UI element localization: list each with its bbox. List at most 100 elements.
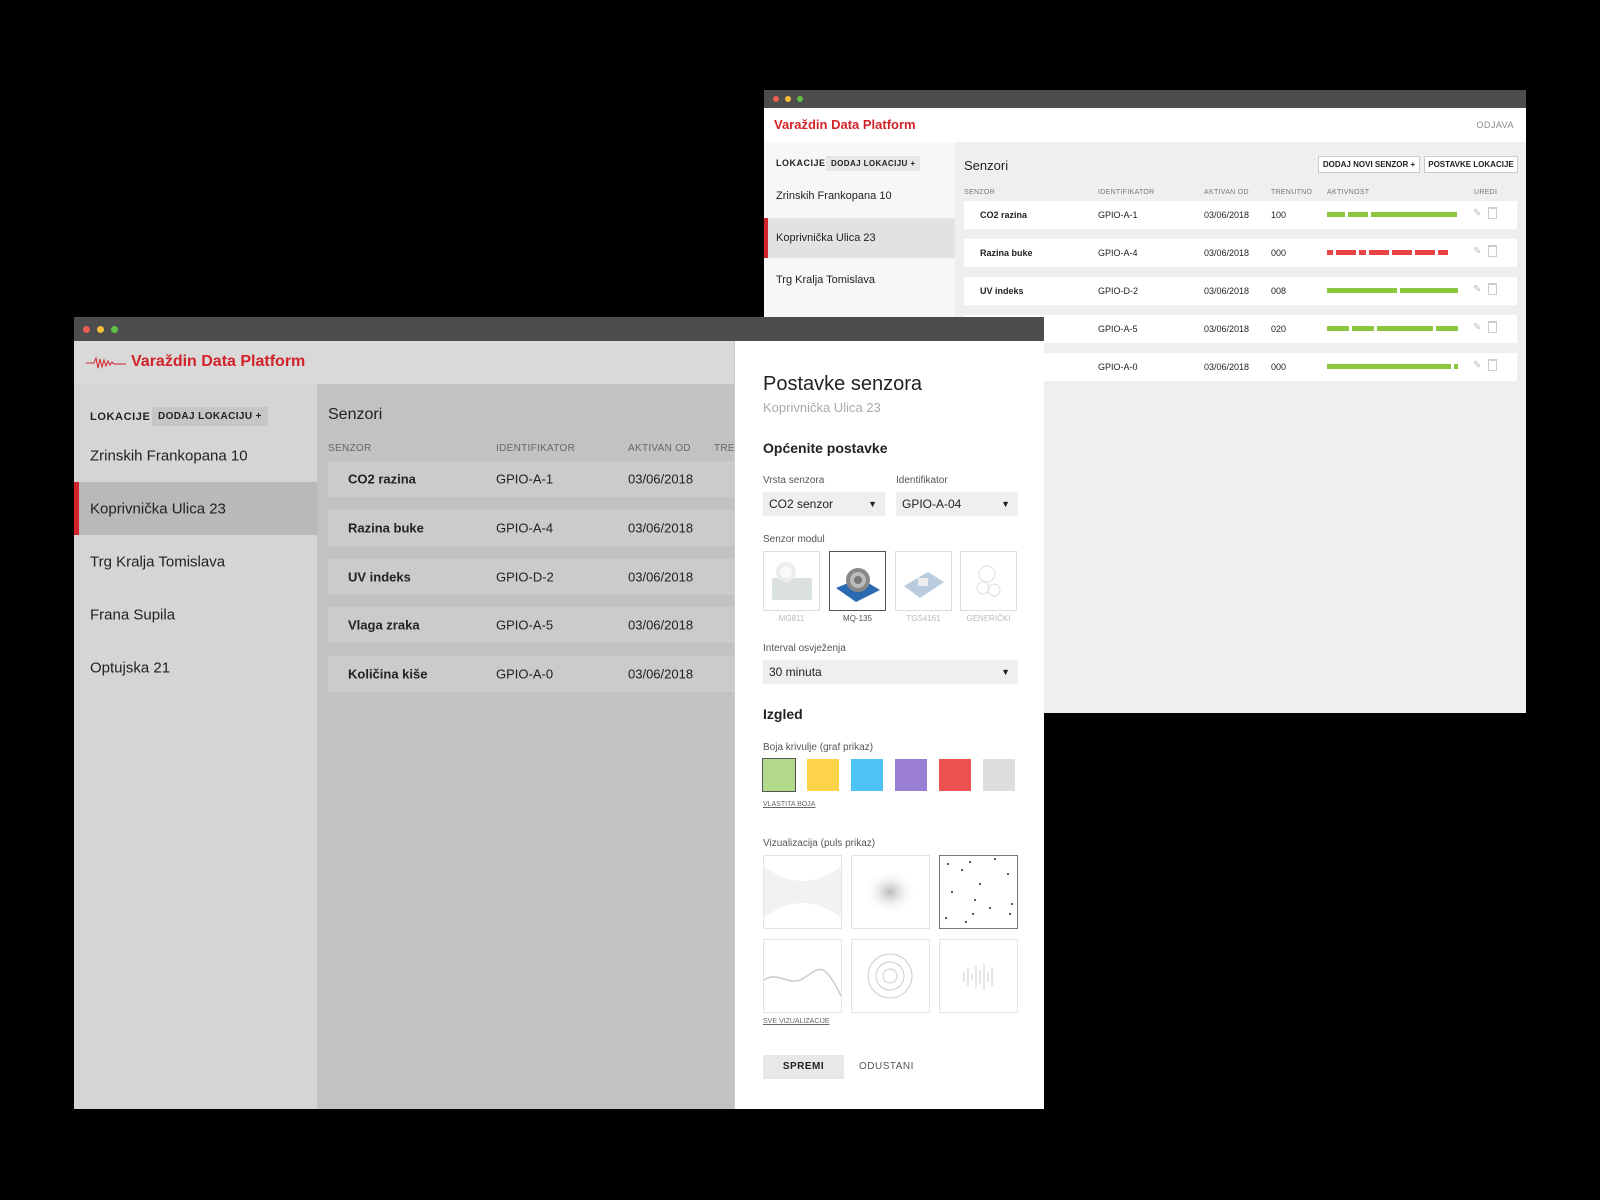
table-row[interactable]: GPIO-A-0 03/06/2018 000 ✎ (964, 353, 1517, 381)
activity-segment (1336, 250, 1356, 255)
sensor-current-value: 020 (1271, 324, 1287, 334)
back-topbar: Varaždin Data Platform ODJAVA (764, 108, 1526, 142)
edit-icon[interactable]: ✎ (1473, 246, 1481, 257)
logo-pulse-icon (86, 356, 126, 369)
close-dot[interactable] (83, 326, 90, 333)
trash-icon[interactable] (1488, 207, 1497, 219)
module-option-tgs4161[interactable] (895, 551, 952, 611)
col-identifier: IDENTIFIKATOR (496, 443, 576, 454)
sensor-type-select[interactable]: CO2 senzor ▼ (763, 492, 885, 516)
sidebar-item-koprivnicka[interactable]: Koprivnička Ulica 23 (764, 218, 955, 258)
viz-option-wave-band[interactable] (763, 855, 842, 929)
add-location-button[interactable]: DODAJ LOKACIJU + (152, 407, 268, 426)
sidebar-item-trg[interactable]: Trg Kralja Tomislava (74, 535, 317, 588)
col-current: TRE (714, 443, 735, 454)
cancel-button[interactable]: ODUSTANI (859, 1055, 914, 1079)
front-sidebar: LOKACIJE DODAJ LOKACIJU + Zrinskih Frank… (74, 384, 317, 1109)
save-button[interactable]: SPREMI (763, 1055, 844, 1079)
sensor-active-since: 03/06/2018 (1204, 362, 1250, 372)
brand-title[interactable]: Varaždin Data Platform (131, 353, 305, 371)
location-settings-button[interactable]: POSTAVKE LOKACIJE (1424, 156, 1518, 173)
activity-bar (1327, 212, 1459, 217)
brand-title[interactable]: Varaždin Data Platform (774, 117, 916, 132)
sensor-settings-panel: Postavke senzora Koprivnička Ulica 23 Op… (735, 341, 1044, 1109)
table-row[interactable]: CO2 razina GPIO-A-1 03/06/2018 100 ✎ (964, 201, 1517, 229)
chevron-down-icon: ▼ (868, 499, 877, 509)
chevron-down-icon: ▼ (1001, 499, 1010, 509)
table-row[interactable]: Razina buke GPIO-A-4 03/06/2018 000 ✎ (964, 239, 1517, 267)
visualization-label: Vizualizacija (puls prikaz) (763, 838, 876, 849)
edit-icon[interactable]: ✎ (1473, 284, 1481, 295)
panel-title: Postavke senzora (763, 373, 922, 395)
sensor-type-value: CO2 senzor (769, 497, 834, 511)
sidebar-item-label: Optujska 21 (90, 659, 171, 676)
sidebar-item-zrinskih[interactable]: Zrinskih Frankopana 10 (764, 176, 955, 216)
module-option-mg811[interactable] (763, 551, 820, 611)
sensor-active-since: 03/06/2018 (628, 569, 694, 585)
module-option-mq135[interactable] (829, 551, 886, 611)
sidebar-item-koprivnicka[interactable]: Koprivnička Ulica 23 (74, 482, 317, 535)
table-row[interactable]: Vlaga zraka GPIO-A-5 03/06/2018 (328, 607, 734, 643)
viz-option-bars[interactable] (939, 939, 1018, 1013)
color-swatch[interactable] (851, 759, 883, 791)
edit-icon[interactable]: ✎ (1473, 360, 1481, 371)
sensor-current-value: 008 (1271, 286, 1287, 296)
table-row[interactable]: GPIO-A-5 03/06/2018 020 ✎ (964, 315, 1517, 343)
viz-option-particles[interactable] (939, 855, 1018, 929)
maximize-dot[interactable] (111, 326, 118, 333)
minimize-dot[interactable] (785, 96, 791, 102)
viz-option-rings[interactable] (851, 939, 930, 1013)
close-dot[interactable] (773, 96, 779, 102)
chevron-down-icon: ▼ (1001, 667, 1010, 677)
color-swatch[interactable] (807, 759, 839, 791)
sensor-type-label: Vrsta senzora (763, 475, 825, 486)
locations-heading: LOKACIJE (90, 411, 151, 423)
sensor-identifier: GPIO-A-1 (1098, 210, 1138, 220)
minimize-dot[interactable] (97, 326, 104, 333)
interval-select[interactable]: 30 minuta ▼ (763, 660, 1018, 684)
viz-option-blur[interactable] (851, 855, 930, 929)
sensor-identifier: GPIO-D-2 (496, 569, 554, 585)
table-row[interactable]: UV indeks GPIO-D-2 03/06/2018 (328, 559, 734, 595)
table-row[interactable]: Količina kiše GPIO-A-0 03/06/2018 (328, 656, 734, 692)
sidebar-item-label: Frana Supila (90, 606, 176, 623)
sidebar-item-zrinskih[interactable]: Zrinskih Frankopana 10 (74, 429, 317, 482)
sidebar-item-frana[interactable]: Frana Supila (74, 588, 317, 641)
logout-link[interactable]: ODJAVA (1476, 120, 1514, 130)
table-row[interactable]: UV indeks GPIO-D-2 03/06/2018 008 ✎ (964, 277, 1517, 305)
generic-module-icon (976, 565, 1001, 597)
sensor-active-since: 03/06/2018 (1204, 324, 1250, 334)
sensor-name: UV indeks (348, 569, 411, 585)
table-row[interactable]: CO2 razina GPIO-A-1 03/06/2018 (328, 461, 734, 497)
color-swatch[interactable] (983, 759, 1015, 791)
color-swatch[interactable] (939, 759, 971, 791)
sidebar-item-optujska[interactable]: Optujska 21 (74, 641, 317, 694)
identifier-select[interactable]: GPIO-A-04 ▼ (896, 492, 1018, 516)
maximize-dot[interactable] (797, 96, 803, 102)
custom-color-link[interactable]: VLASTITA BOJA (763, 801, 815, 808)
color-swatch[interactable] (762, 758, 796, 792)
activity-segment (1377, 326, 1433, 331)
trash-icon[interactable] (1488, 283, 1497, 295)
sensor-identifier: GPIO-D-2 (1098, 286, 1139, 296)
activity-segment (1454, 364, 1458, 369)
all-visualizations-link[interactable]: SVE VIZUALIZACIJE (763, 1018, 830, 1025)
trash-icon[interactable] (1488, 321, 1497, 333)
rings-viz-icon (867, 953, 913, 999)
table-row[interactable]: Razina buke GPIO-A-4 03/06/2018 (328, 510, 734, 546)
col-sensor: SENZOR (328, 443, 372, 454)
trash-icon[interactable] (1488, 359, 1497, 371)
col-active-since: AKTIVAN OD (1204, 189, 1249, 196)
sidebar-item-trg[interactable]: Trg Kralja Tomislava (764, 260, 955, 300)
edit-icon[interactable]: ✎ (1473, 322, 1481, 333)
add-location-button[interactable]: DODAJ LOKACIJU + (826, 156, 921, 171)
trash-icon[interactable] (1488, 245, 1497, 257)
viz-option-line[interactable] (763, 939, 842, 1013)
add-sensor-button[interactable]: DODAJ NOVI SENZOR + (1318, 156, 1420, 173)
edit-icon[interactable]: ✎ (1473, 208, 1481, 219)
back-titlebar (764, 90, 1526, 108)
module-option-generic[interactable] (960, 551, 1017, 611)
activity-segment (1359, 250, 1366, 255)
sensor-current-value: 000 (1271, 362, 1287, 372)
color-swatch[interactable] (895, 759, 927, 791)
